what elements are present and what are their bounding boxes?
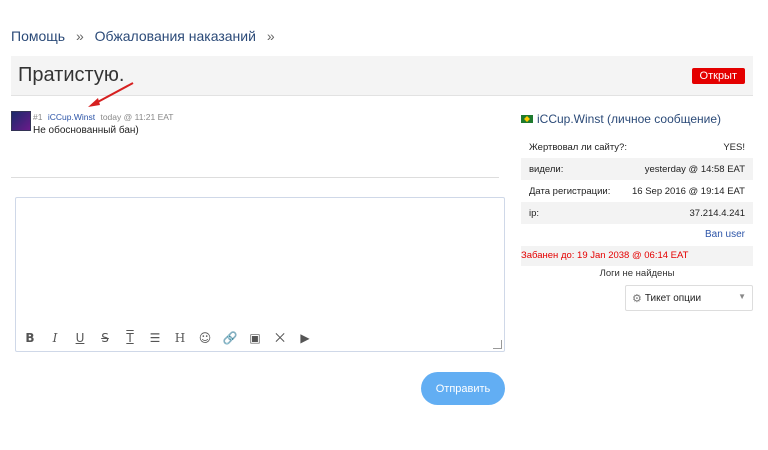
title-bar: Пратистую. Открыт: [11, 56, 753, 96]
breadcrumb: » Помощь » Обжалования наказаний »: [11, 28, 282, 44]
gear-icon: ⚙: [632, 292, 642, 305]
info-row-seen: видели: yesterday @ 14:58 EAT: [521, 158, 753, 180]
info-label: Дата регистрации:: [529, 185, 611, 197]
editor-toolbar: B I U S T ☰ H ☺ 🔗 ▣ ⨉ ▶: [22, 331, 313, 346]
breadcrumb-separator: »: [266, 28, 275, 44]
breadcrumb-appeals[interactable]: Обжалования наказаний: [95, 28, 256, 44]
avatar[interactable]: [11, 111, 31, 131]
link-icon[interactable]: 🔗: [222, 331, 238, 345]
page-title: Пратистую.: [18, 64, 125, 86]
flag-icon: [521, 115, 533, 123]
info-row-donated: Жертвовал ли сайту?: YES!: [521, 136, 753, 158]
status-badge: Открыт: [691, 68, 745, 84]
info-label: Жертвовал ли сайту?:: [529, 141, 627, 153]
resize-handle[interactable]: [493, 340, 502, 349]
user-sidebar: iCCup.Winst (личное сообщение) Жертвовал…: [521, 110, 753, 311]
info-value: yesterday @ 14:58 EAT: [644, 163, 745, 175]
post-body: Не обоснованный бан): [33, 125, 139, 136]
italic-icon[interactable]: I: [47, 331, 63, 345]
image-icon[interactable]: ▣: [247, 331, 263, 345]
breadcrumb-help[interactable]: Помощь: [11, 28, 65, 44]
post-time: today @ 11:21 EAT: [100, 112, 174, 122]
underline-icon[interactable]: U: [72, 331, 88, 345]
emoji-icon[interactable]: ☺: [197, 331, 213, 345]
text-icon[interactable]: T: [122, 331, 138, 345]
ban-status: Забанен до: 19 Jan 2038 @ 06:14 EAT: [521, 246, 753, 266]
post-meta: #1 iCCup.Winst today @ 11:21 EAT: [33, 112, 174, 122]
info-label: ip:: [529, 207, 540, 219]
info-row-ip: ip: 37.214.4.241: [521, 202, 753, 224]
info-value: 16 Sep 2016 @ 19:14 EAT: [632, 185, 745, 197]
heading-icon[interactable]: H: [172, 331, 188, 345]
strikethrough-icon[interactable]: S: [97, 331, 113, 345]
breadcrumb-separator: »: [75, 28, 84, 44]
list-icon[interactable]: ☰: [147, 331, 163, 345]
logs-status: Логи не найдены: [599, 268, 675, 279]
submit-button[interactable]: Отправить: [421, 372, 505, 405]
chevron-down-icon: ▼: [738, 292, 746, 301]
info-label: видели:: [529, 163, 564, 175]
info-value: YES!: [723, 141, 745, 153]
post-author-link[interactable]: iCCup.Winst: [48, 112, 95, 122]
ban-user-link[interactable]: Ban user: [521, 224, 753, 246]
reply-editor[interactable]: B I U S T ☰ H ☺ 🔗 ▣ ⨉ ▶: [15, 197, 505, 352]
ticket-options-select[interactable]: ⚙ Тикет опции ▼: [625, 285, 753, 311]
user-info: Жертвовал ли сайту?: YES! видели: yester…: [521, 136, 753, 224]
ticket-options-label: Тикет опции: [644, 292, 702, 304]
video-icon[interactable]: ▶: [297, 331, 313, 345]
collapse-icon[interactable]: ⨉: [272, 331, 288, 345]
info-row-registered: Дата регистрации: 16 Sep 2016 @ 19:14 EA…: [521, 180, 753, 202]
post-number: #1: [33, 112, 43, 122]
profile-link[interactable]: iCCup.Winst (личное сообщение): [521, 110, 753, 128]
bold-icon[interactable]: B: [22, 331, 38, 345]
divider: [11, 177, 499, 178]
profile-name[interactable]: iCCup.Winst (личное сообщение): [537, 112, 721, 126]
info-value: 37.214.4.241: [689, 207, 745, 219]
